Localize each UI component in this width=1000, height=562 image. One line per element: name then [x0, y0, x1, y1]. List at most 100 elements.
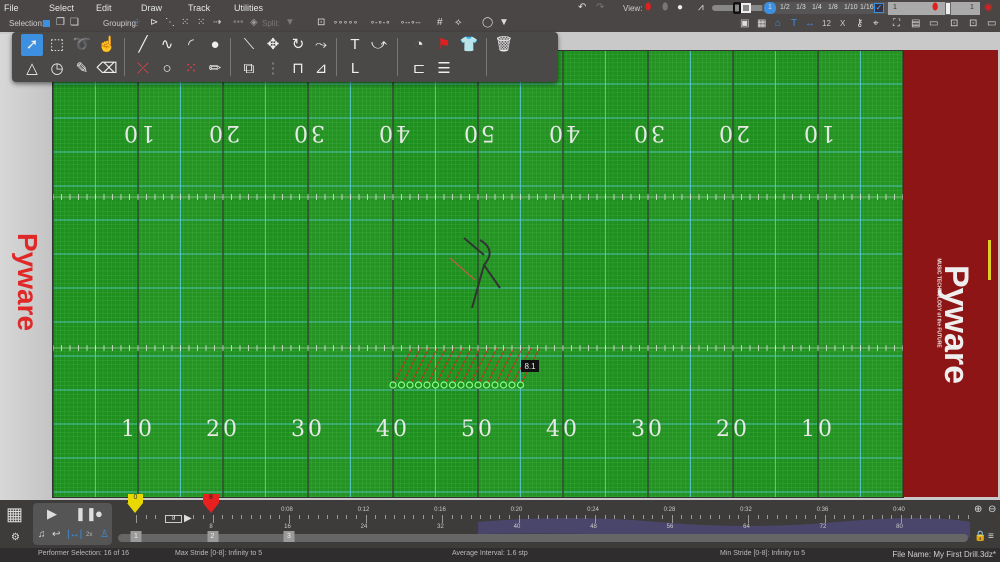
speed-label[interactable]: 2x	[86, 532, 92, 538]
curve-tool[interactable]: ⤫	[132, 58, 154, 80]
menu-track[interactable]: Track	[188, 3, 210, 13]
fraction-option[interactable]: 1/4	[812, 4, 822, 11]
path-icon[interactable]: ⟡	[455, 17, 462, 29]
select-arrow-tool[interactable]: ➚	[21, 34, 43, 56]
music-icon[interactable]: ♫	[38, 529, 46, 541]
metronome-icon[interactable]: ♙	[100, 529, 109, 541]
grid-number[interactable]: 12	[822, 19, 831, 28]
fraction-option[interactable]: 1/8	[828, 4, 838, 11]
camera-icon[interactable]: ▭	[929, 18, 938, 30]
fraction-option[interactable]: 1/16	[860, 4, 874, 11]
undo-icon[interactable]: ↶	[578, 2, 586, 14]
group-grid2-icon[interactable]: ⁙	[197, 17, 205, 29]
selection-mode-new-icon[interactable]	[43, 20, 50, 27]
marquee-tool[interactable]: ⬚	[46, 34, 68, 56]
loop-icon[interactable]: ↩	[52, 529, 60, 541]
page-marker[interactable]: 1	[130, 531, 142, 542]
start-marker[interactable]: 0	[127, 494, 143, 516]
measure-tool[interactable]: ⊿	[310, 58, 332, 80]
uniform-tool[interactable]: 👕	[458, 34, 480, 56]
football-field[interactable]: 10 10 20 20 30 30 40 40 50 50 40 40 30 30 20 20 10 10 8.1	[52, 50, 904, 498]
line-dense-icon[interactable]: ∘∘∘∘∘	[333, 17, 358, 29]
eraser-tool[interactable]: ⌫	[96, 58, 118, 80]
record-button[interactable]: ●	[95, 507, 103, 520]
group-grid-icon[interactable]: ⁙	[181, 17, 189, 29]
checkbox-icon[interactable]: ✓	[874, 3, 884, 13]
tag-icon[interactable]: ◈	[250, 17, 258, 29]
rotate-tool[interactable]: ↻	[287, 34, 309, 56]
marker-gray-icon[interactable]: ⬮	[662, 2, 668, 14]
lock-icon[interactable]: 🔒	[974, 531, 986, 543]
history-tool[interactable]: ◷	[46, 58, 68, 80]
fraction-option[interactable]: 1/3	[796, 4, 806, 11]
line-sparse-icon[interactable]: ∘--∘--	[400, 17, 421, 29]
compass-icon[interactable]: ⩘	[698, 2, 704, 14]
line-medium-icon[interactable]: ∘-∘-∘	[370, 17, 390, 29]
dropdown-icon[interactable]: ▼	[499, 17, 509, 29]
pause-button[interactable]: ❚❚	[75, 507, 97, 520]
dot-icon[interactable]: ●	[677, 2, 683, 14]
group-dots-icon[interactable]: ⁘	[133, 17, 141, 29]
view-2-icon[interactable]: ⊡	[969, 18, 977, 30]
chart-tool[interactable]: ⊏	[408, 58, 430, 80]
selection-mode-subtract-icon[interactable]: ❏	[70, 17, 79, 29]
width-icon[interactable]: ↔	[805, 18, 815, 30]
circle-tool[interactable]: ○	[156, 58, 178, 80]
view-split-icon[interactable]: ▭	[987, 18, 996, 30]
text-t-icon[interactable]: T	[791, 18, 797, 30]
cone-tool[interactable]: △	[21, 58, 43, 80]
settings-gear-icon[interactable]: ⚙	[11, 532, 20, 544]
menu-file[interactable]: File	[4, 3, 19, 13]
size-box-icon[interactable]	[741, 3, 751, 13]
field-icon[interactable]: ▤	[911, 18, 920, 30]
group-line-icon[interactable]: •••	[233, 17, 244, 29]
group-sequence-icon[interactable]: ⊳	[150, 17, 158, 29]
view-1-icon[interactable]: ⊡	[950, 18, 958, 30]
location-pin-icon[interactable]: ◉	[984, 2, 993, 14]
redo-icon[interactable]: ↷	[596, 2, 604, 14]
fraction-option[interactable]: 1/10	[844, 4, 858, 11]
lasso-tool[interactable]: ➰	[71, 34, 93, 56]
target-icon[interactable]: ⌖	[873, 18, 879, 30]
trash-tool[interactable]: 🗑	[493, 34, 515, 56]
notes-tool[interactable]: ☰	[433, 58, 455, 80]
counts-play-icon[interactable]: ▶	[184, 513, 192, 525]
page-marker[interactable]: 3	[283, 531, 295, 542]
arc-tool[interactable]: ◜	[180, 34, 202, 56]
group-arrow-icon[interactable]: ⇢	[213, 17, 221, 29]
fit-icon[interactable]: ⛶	[893, 18, 900, 30]
page-marker[interactable]: 2	[207, 531, 218, 542]
freehand-tool[interactable]: ∿	[156, 34, 178, 56]
menu-edit[interactable]: Edit	[96, 3, 112, 13]
key-icon[interactable]: ⚷	[856, 18, 863, 30]
menu-select[interactable]: Select	[49, 3, 74, 13]
fraction-option[interactable]: 1	[764, 2, 776, 14]
play-button[interactable]: ▶	[47, 507, 57, 520]
save-icon[interactable]: ▣	[740, 18, 749, 30]
home-icon[interactable]: ⌂	[775, 18, 781, 30]
menu-lines-icon[interactable]: ≡	[988, 531, 994, 543]
page-scrollbar[interactable]	[118, 534, 968, 542]
marker-red-icon[interactable]: ⬮	[645, 2, 651, 14]
menu-utilities[interactable]: Utilities	[234, 3, 263, 13]
group-merge-icon[interactable]: ⋱	[165, 17, 175, 29]
grid-view-icon[interactable]: ▦	[757, 18, 766, 30]
flag-tool[interactable]: ⚑	[433, 34, 455, 56]
l-shape-tool[interactable]: L	[344, 58, 366, 80]
focus-icon[interactable]: ⊡	[317, 17, 325, 29]
grid-icon[interactable]: #	[437, 17, 443, 29]
move-point-tool[interactable]: ⟍	[238, 34, 260, 56]
line-tool[interactable]: ╱	[132, 34, 154, 56]
block-tool[interactable]: ⁙	[180, 58, 202, 80]
follow-tool[interactable]: ⤳	[310, 34, 332, 56]
rotate-icon[interactable]: ◯	[482, 17, 493, 29]
move-tool[interactable]: ✥	[262, 34, 284, 56]
brush-tool[interactable]: ✎	[71, 58, 93, 80]
text-tool[interactable]: T	[344, 34, 366, 56]
split-dropdown-icon[interactable]: ▼	[285, 17, 295, 29]
page-range-slider[interactable]: 1 ⬮ 1	[888, 2, 980, 15]
scale-tool[interactable]: ⧉	[238, 58, 260, 80]
point-tool[interactable]: ●	[204, 34, 226, 56]
fraction-option[interactable]: 1/2	[780, 4, 790, 11]
grid-menu-icon[interactable]: ▦	[6, 505, 23, 523]
